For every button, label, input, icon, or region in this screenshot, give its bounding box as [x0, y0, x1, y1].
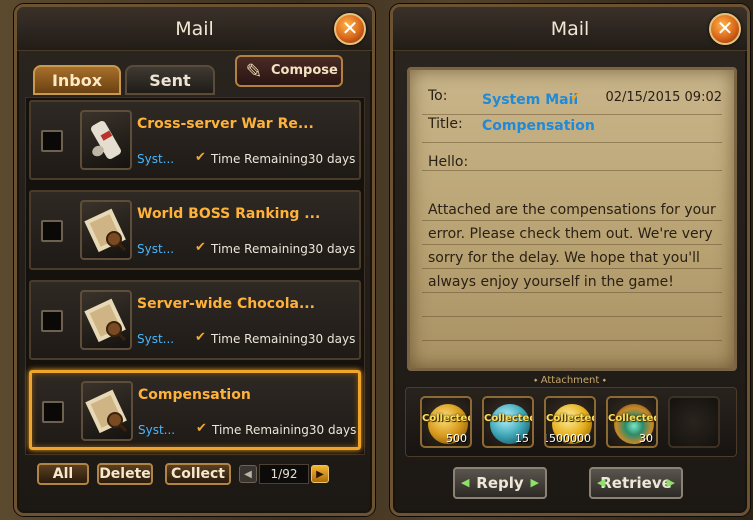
- page-next-button[interactable]: ▶: [311, 465, 329, 483]
- mail-sender: Syst...: [137, 332, 175, 346]
- attachment-slot-empty: [668, 396, 720, 448]
- arrow-icon: ◀: [461, 476, 470, 489]
- greeting: Hello:: [428, 154, 469, 170]
- mail-checkbox[interactable]: [42, 401, 64, 423]
- reply-button[interactable]: ◀ Reply ▶: [453, 467, 547, 499]
- attachment-label: ⬩ Attachment ⬩: [533, 375, 607, 386]
- mail-list-item[interactable]: Server-wide Chocola... Syst... ✔ Time Re…: [29, 280, 361, 360]
- page-prev-button[interactable]: ◀: [239, 465, 257, 483]
- retrieve-button[interactable]: ◀ Retrieve ▶: [589, 467, 683, 499]
- mail-list-item[interactable]: World BOSS Ranking ... Syst... ✔ Time Re…: [29, 190, 361, 270]
- title-label: Title:: [428, 116, 463, 132]
- mail-list-item-selected[interactable]: Compensation Syst... ✔ Time Remaining30 …: [29, 370, 361, 450]
- mail-title: Cross-server War Re...: [137, 116, 314, 132]
- mail-title: Server-wide Chocola...: [137, 296, 315, 312]
- arrow-icon: ▶: [530, 476, 539, 489]
- mail-detail-panel: Mail ✕ To: System Mail ✔ 02/15/2015 09:0…: [390, 4, 750, 516]
- mail-list: Cross-server War Re... Syst... ✔ Time Re…: [25, 97, 365, 455]
- inbox-panel: Mail ✕ Inbox Sent ✎ Compose Cross-server…: [14, 4, 375, 516]
- mail-time-remaining: Time Remaining30 days: [211, 152, 356, 166]
- inbox-panel-title: Mail: [17, 7, 372, 51]
- attachment-slot[interactable]: Collected 15: [482, 396, 534, 448]
- select-all-button[interactable]: All: [37, 463, 89, 485]
- mail-checkbox[interactable]: [41, 130, 63, 152]
- letter-icon: [81, 381, 133, 441]
- letter-icon: [80, 200, 132, 260]
- arrow-icon: ◀: [597, 476, 606, 489]
- title-value: Compensation: [482, 118, 595, 134]
- delete-button[interactable]: Delete: [97, 463, 153, 485]
- attachment-slot[interactable]: Collected 500: [420, 396, 472, 448]
- checkmark-icon: ✔: [195, 150, 206, 165]
- detail-panel-title: Mail: [393, 7, 747, 51]
- verified-icon: ✔: [570, 90, 581, 105]
- mail-list-item[interactable]: Cross-server War Re... Syst... ✔ Time Re…: [29, 100, 361, 180]
- to-label: To:: [428, 88, 448, 104]
- mail-sender: Syst...: [137, 152, 175, 166]
- tab-sent[interactable]: Sent: [125, 65, 215, 95]
- quill-icon: ✎: [245, 59, 263, 83]
- attachment-slot[interactable]: Collected 1500000: [544, 396, 596, 448]
- mail-time-remaining: Time Remaining30 days: [212, 423, 357, 437]
- inbox-close-button[interactable]: ✕: [334, 13, 366, 45]
- attachment-slot[interactable]: Collected 30: [606, 396, 658, 448]
- arrow-icon: ▶: [666, 476, 675, 489]
- checkmark-icon: ✔: [195, 240, 206, 255]
- compose-button[interactable]: ✎ Compose: [235, 55, 343, 87]
- mail-title: World BOSS Ranking ...: [137, 206, 321, 222]
- checkmark-icon: ✔: [196, 421, 207, 436]
- checkmark-icon: ✔: [195, 330, 206, 345]
- mail-sender: Syst...: [137, 242, 175, 256]
- mail-checkbox[interactable]: [41, 220, 63, 242]
- scroll-icon: [80, 110, 132, 170]
- mail-time-remaining: Time Remaining30 days: [211, 332, 356, 346]
- mail-title: Compensation: [138, 387, 251, 403]
- page-indicator: 1/92: [259, 464, 309, 484]
- mail-time-remaining: Time Remaining30 days: [211, 242, 356, 256]
- compose-label: Compose: [271, 63, 338, 78]
- mail-body: Attached are the compensations for your …: [428, 202, 716, 290]
- letter-icon: [80, 290, 132, 350]
- mail-checkbox[interactable]: [41, 310, 63, 332]
- to-value: System Mail: [482, 92, 579, 108]
- mail-sender: Syst...: [138, 423, 176, 437]
- attachment-row: Collected 500 Collected 15 Collected 150…: [405, 387, 737, 457]
- mail-date: 02/15/2015 09:02: [605, 90, 722, 105]
- letter-paper: To: System Mail ✔ 02/15/2015 09:02 Title…: [407, 67, 737, 371]
- detail-close-button[interactable]: ✕: [709, 13, 741, 45]
- tab-inbox[interactable]: Inbox: [33, 65, 121, 95]
- collect-button[interactable]: Collect: [165, 463, 231, 485]
